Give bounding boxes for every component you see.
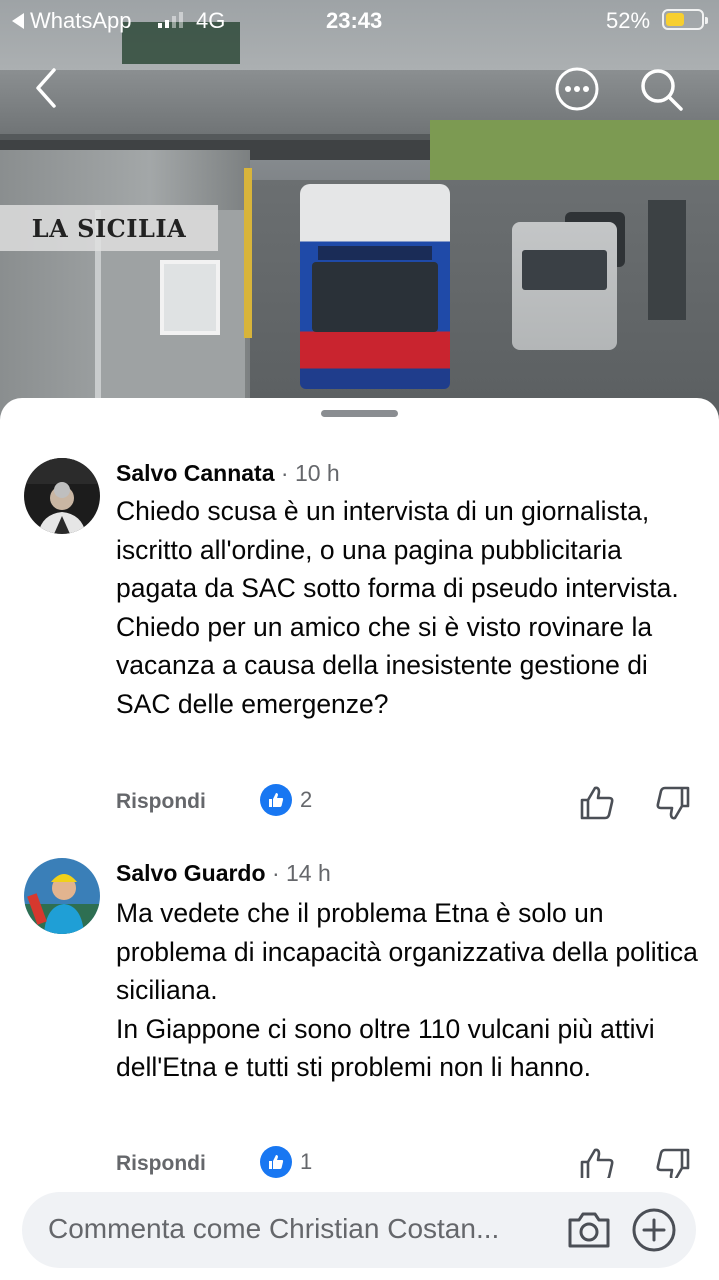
comment-time: · 10 h xyxy=(280,460,340,486)
add-attachment-icon[interactable] xyxy=(630,1206,678,1254)
thumbs-down-icon[interactable] xyxy=(654,784,692,822)
clock: 23:43 xyxy=(326,8,383,33)
battery-fill xyxy=(666,13,684,26)
reply-button[interactable]: Rispondi xyxy=(116,1152,206,1176)
network-type: 4G xyxy=(196,8,226,33)
photo-pole xyxy=(244,168,252,338)
comment-author[interactable]: Salvo Guardo xyxy=(116,860,266,886)
avatar[interactable] xyxy=(24,858,100,934)
comment-header: Salvo Guardo · 14 h xyxy=(116,860,331,887)
reaction-count[interactable]: 2 xyxy=(260,784,312,816)
search-icon[interactable] xyxy=(638,66,684,112)
post-media-image[interactable]: LA SICILIA xyxy=(0,0,719,430)
like-reaction-icon xyxy=(260,1146,292,1178)
status-bar: WhatsApp 4G 23:43 52% xyxy=(0,0,719,40)
la-sicilia-logo: LA SICILIA xyxy=(0,205,218,251)
more-options-icon[interactable] xyxy=(554,66,600,112)
comment-input[interactable]: Commenta come Christian Costan... xyxy=(22,1192,696,1268)
like-count: 2 xyxy=(300,787,313,812)
comment-actions: Rispondi 2 xyxy=(116,784,701,824)
battery-percent: 52% xyxy=(606,8,651,33)
thumbs-up-icon[interactable] xyxy=(578,784,616,822)
reply-button[interactable]: Rispondi xyxy=(116,790,206,814)
sheet-drag-handle[interactable] xyxy=(321,410,398,417)
back-chevron-icon[interactable] xyxy=(28,66,68,110)
battery-nub xyxy=(705,17,708,24)
photo-van-windshield xyxy=(522,250,607,290)
comment-placeholder: Commenta come Christian Costan... xyxy=(48,1213,500,1244)
photo-bus-windshield xyxy=(312,262,438,332)
back-app-label: WhatsApp xyxy=(30,8,132,33)
back-to-app[interactable]: WhatsApp xyxy=(12,8,132,34)
like-reaction-icon xyxy=(260,784,292,816)
comment-text: Chiedo scusa è un intervista di un giorn… xyxy=(116,496,679,719)
battery-icon xyxy=(662,9,708,30)
avatar[interactable] xyxy=(24,458,100,534)
back-triangle-icon xyxy=(12,13,24,29)
like-count: 1 xyxy=(300,1149,313,1174)
reaction-count[interactable]: 1 xyxy=(260,1146,312,1178)
comments-sheet: Salvo Cannata · 10 h Chiedo scusa è un i… xyxy=(0,398,719,1280)
comment-text: Ma vedete che il problema Etna è solo un… xyxy=(116,898,698,1082)
comment-composer-bar: Commenta come Christian Costan... xyxy=(0,1178,719,1280)
photo-post xyxy=(648,200,686,320)
comment-author[interactable]: Salvo Cannata xyxy=(116,460,275,486)
photo-bus-sign xyxy=(318,246,432,260)
signal-bars-icon xyxy=(158,12,183,28)
camera-icon[interactable] xyxy=(566,1208,612,1252)
photo-booth-window xyxy=(160,260,220,335)
comment-header: Salvo Cannata · 10 h xyxy=(116,460,340,487)
comment-time: · 14 h xyxy=(271,860,331,886)
